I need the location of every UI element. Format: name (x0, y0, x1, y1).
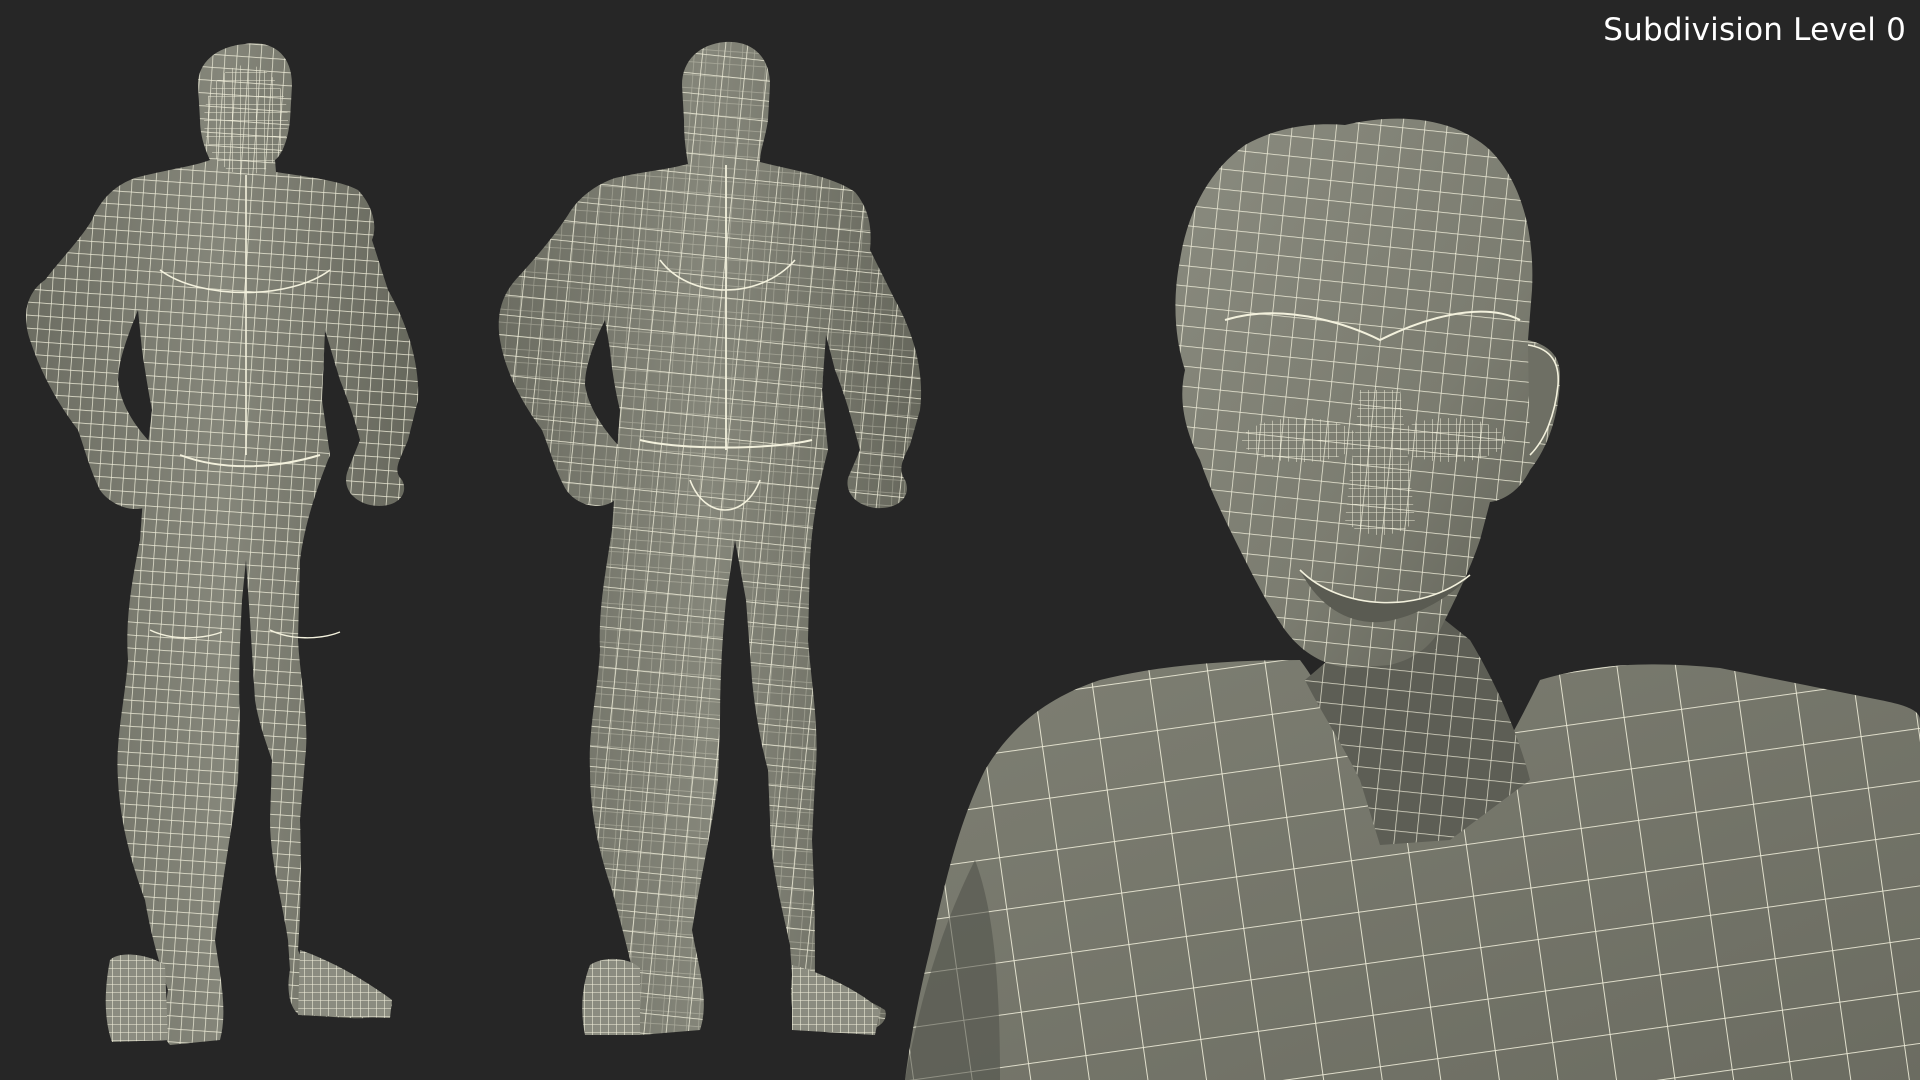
render-stage: Subdivision Level 0 (0, 0, 1920, 1080)
render-viewport (0, 0, 1920, 1080)
subdivision-level-label: Subdivision Level 0 (1603, 12, 1906, 48)
